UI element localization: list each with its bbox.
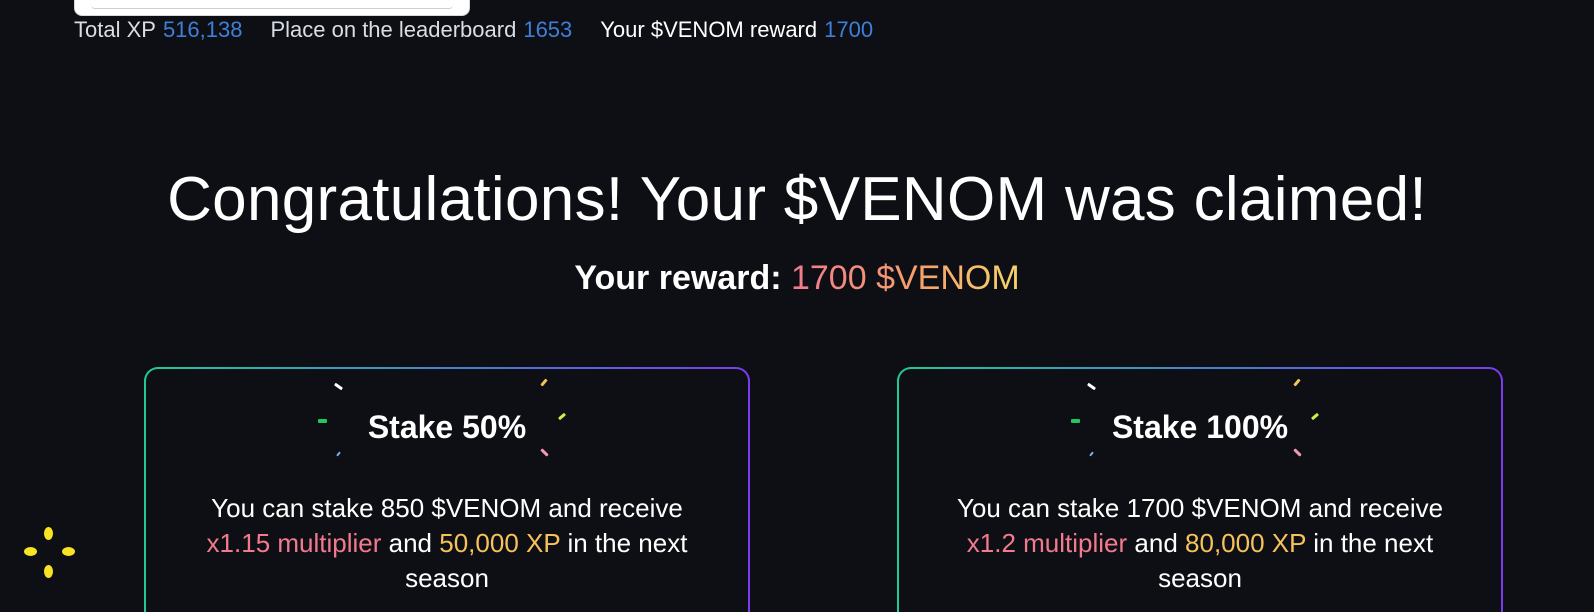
- stake-100-and: and: [1134, 528, 1178, 558]
- page-title: Congratulations! Your $VENOM was claimed…: [167, 165, 1427, 234]
- stake-100-multiplier: x1.2 multiplier: [966, 528, 1128, 558]
- stake-50-desc-prefix: You can stake 850 $VENOM and receive: [211, 493, 683, 523]
- stake-50-title: Stake 50%: [367, 409, 527, 445]
- dropdown-popup: [74, 0, 470, 16]
- confetti-icon: [540, 448, 549, 457]
- stake-100-title: Stake 100%: [1111, 409, 1289, 445]
- stake-100-desc-prefix: You can stake 1700 $VENOM and receive: [956, 493, 1444, 523]
- confetti-icon: [336, 451, 341, 457]
- confetti-icon: [540, 378, 548, 387]
- confetti-icon: [1086, 382, 1097, 391]
- popup-divider: [91, 0, 453, 9]
- venom-reward-stat: Your $VENOM reward 1700: [600, 17, 873, 43]
- reward-amount: 1700 $VENOM: [790, 259, 1020, 297]
- total-xp-value: 516,138: [162, 17, 243, 42]
- claim-success-page: Total XP 516,138 Place on the leaderboar…: [0, 0, 1594, 612]
- confetti-icon: [333, 382, 344, 391]
- total-xp-label: Total XP: [74, 17, 156, 42]
- stats-bar: Total XP 516,138 Place on the leaderboar…: [74, 16, 873, 44]
- leaderboard-stat: Place on the leaderboard 1653: [270, 17, 572, 43]
- loading-dots-icon: [24, 527, 78, 581]
- stake-50-multiplier: x1.15 multiplier: [206, 528, 382, 558]
- reward-summary: Your reward: 1700 $VENOM: [0, 259, 1594, 298]
- stake-50-card[interactable]: Stake 50% You can stake 850 $VENOM and r…: [144, 367, 750, 612]
- stake-50-description: You can stake 850 $VENOM and receive x1.…: [182, 491, 712, 596]
- leaderboard-value: 1653: [523, 17, 573, 42]
- venom-reward-value: 1700: [824, 17, 874, 42]
- stake-50-xp: 50,000 XP: [439, 528, 561, 558]
- stake-100-description: You can stake 1700 $VENOM and receive x1…: [935, 491, 1465, 596]
- confetti-icon: [1293, 448, 1302, 457]
- venom-reward-label: Your $VENOM reward: [600, 17, 818, 42]
- total-xp-stat: Total XP 516,138: [74, 17, 242, 43]
- reward-label: Your reward:: [574, 259, 782, 297]
- confetti-icon: [1293, 378, 1301, 387]
- stake-50-and: and: [388, 528, 433, 558]
- confetti-icon: [1089, 451, 1094, 457]
- leaderboard-label: Place on the leaderboard: [270, 17, 517, 42]
- stake-100-card[interactable]: Stake 100% You can stake 1700 $VENOM and…: [897, 367, 1503, 612]
- stake-100-xp: 80,000 XP: [1185, 528, 1306, 558]
